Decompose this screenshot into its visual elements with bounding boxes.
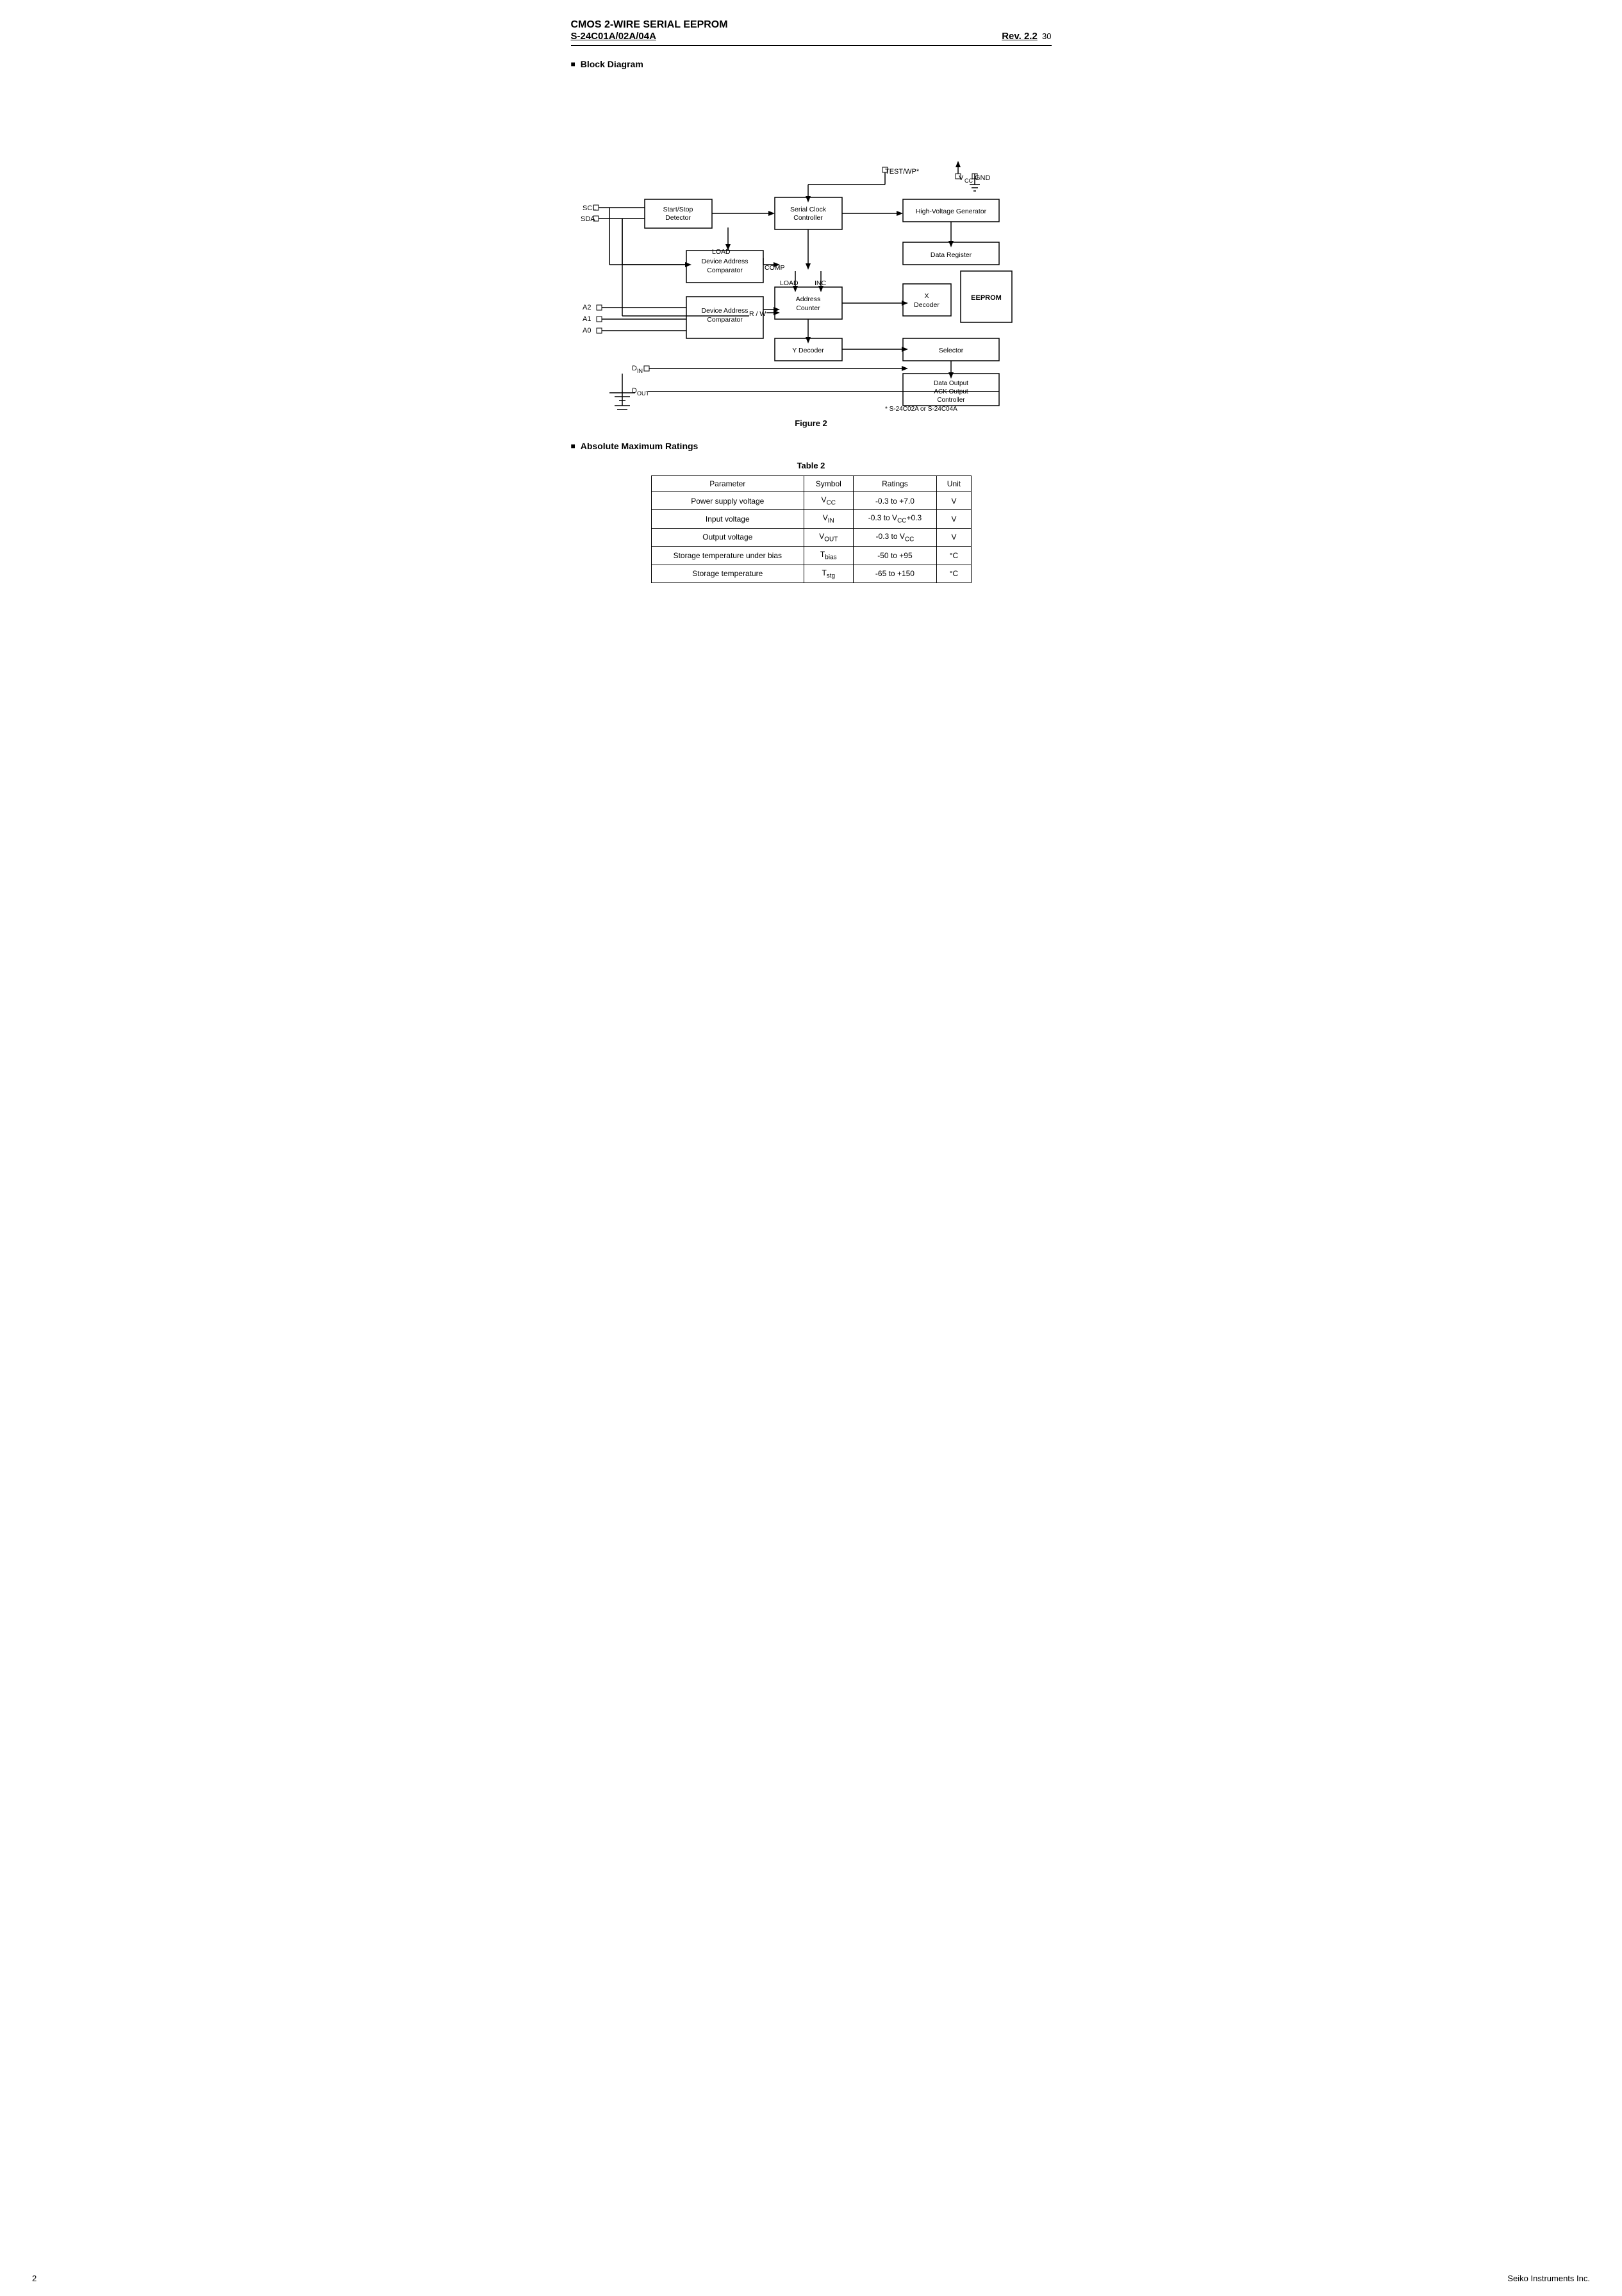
cell-parameter: Storage temperature under bias	[651, 547, 804, 565]
svg-text:EEPROM: EEPROM	[971, 294, 1002, 302]
a1-label: A1	[583, 315, 591, 323]
dout-sub: OUT	[637, 390, 650, 397]
svg-text:Data Register: Data Register	[930, 251, 972, 259]
table-caption: Table 2	[571, 461, 1052, 470]
ratings-table: Parameter Symbol Ratings Unit Power supp…	[651, 475, 972, 583]
company-name: Seiko Instruments Inc.	[1507, 2274, 1590, 2283]
col-header-symbol: Symbol	[804, 476, 853, 492]
page-header: CMOS 2-WIRE SERIAL EEPROM S-24C01A/02A/0…	[571, 19, 1052, 46]
vcc-label: V	[959, 174, 964, 182]
cell-unit: V	[937, 528, 971, 546]
absolute-ratings-heading: Absolute Maximum Ratings	[571, 441, 1052, 451]
din-label: D	[632, 365, 637, 372]
svg-text:Detector: Detector	[665, 214, 691, 222]
svg-text:High-Voltage Generator: High-Voltage Generator	[915, 208, 986, 215]
cell-symbol: Tstg	[804, 565, 853, 582]
cell-unit: V	[937, 492, 971, 510]
svg-text:Address: Address	[795, 295, 820, 303]
svg-text:Controller: Controller	[793, 214, 823, 222]
cell-parameter: Output voltage	[651, 528, 804, 546]
a2-label: A2	[583, 304, 591, 311]
scl-label: SCL	[583, 204, 596, 212]
svg-text:Start/Stop: Start/Stop	[663, 206, 693, 213]
table-row: Storage temperature under biasTbias-50 t…	[651, 547, 971, 565]
table-row: Power supply voltageVCC-0.3 to +7.0V	[651, 492, 971, 510]
document-subtitle-row: S-24C01A/02A/04A Rev. 2.2 30	[571, 31, 1052, 42]
cell-unit: °C	[937, 565, 971, 582]
col-header-unit: Unit	[937, 476, 971, 492]
cell-symbol: VIN	[804, 510, 853, 528]
cell-ratings: -0.3 to VCC	[853, 528, 937, 546]
svg-text:Comparator: Comparator	[707, 267, 743, 274]
page-footer: 2 Seiko Instruments Inc.	[0, 2274, 1622, 2283]
cell-ratings: -65 to +150	[853, 565, 937, 582]
svg-text:Selector: Selector	[938, 347, 963, 354]
cell-ratings: -0.3 to +7.0	[853, 492, 937, 510]
col-header-ratings: Ratings	[853, 476, 937, 492]
cell-ratings: -50 to +95	[853, 547, 937, 565]
block-diagram-svg: SCL SDA Start/Stop Detector Serial Clock…	[571, 79, 1058, 412]
cell-symbol: VOUT	[804, 528, 853, 546]
svg-text:Serial Clock: Serial Clock	[790, 206, 826, 213]
document-subtitle: S-24C01A/02A/04A	[571, 31, 656, 42]
svg-text:Device Address: Device Address	[701, 307, 748, 315]
dout-label: D	[632, 387, 637, 395]
cell-symbol: VCC	[804, 492, 853, 510]
svg-text:Counter: Counter	[796, 304, 820, 312]
table-row: Storage temperatureTstg-65 to +150°C	[651, 565, 971, 582]
svg-text:Data Output: Data Output	[934, 380, 968, 387]
din-sub: IN	[637, 368, 643, 374]
cell-parameter: Input voltage	[651, 510, 804, 528]
svg-text:Controller: Controller	[937, 397, 965, 404]
cell-symbol: Tbias	[804, 547, 853, 565]
block-diagram-heading: Block Diagram	[571, 59, 1052, 69]
footnote: * S-24C02A or S-24C04A	[885, 406, 957, 412]
svg-text:Device Address: Device Address	[701, 258, 748, 265]
a0-label: A0	[583, 327, 591, 334]
svg-text:Decoder: Decoder	[914, 301, 939, 309]
table-row: Input voltageVIN-0.3 to VCC+0.3V	[651, 510, 971, 528]
cell-unit: V	[937, 510, 971, 528]
col-header-parameter: Parameter	[651, 476, 804, 492]
svg-text:X: X	[924, 292, 929, 300]
svg-text:Comparator: Comparator	[707, 316, 743, 324]
rw-label: R / W	[749, 310, 766, 318]
table-row: Output voltageVOUT-0.3 to VCCV	[651, 528, 971, 546]
revision-number: Rev. 2.2 30	[1002, 31, 1051, 42]
vcc-sub: CC	[964, 178, 973, 184]
cell-parameter: Power supply voltage	[651, 492, 804, 510]
cell-parameter: Storage temperature	[651, 565, 804, 582]
document-title: CMOS 2-WIRE SERIAL EEPROM	[571, 19, 1052, 31]
cell-ratings: -0.3 to VCC+0.3	[853, 510, 937, 528]
test-wp-label: TEST/WP*	[885, 168, 920, 176]
figure-caption: Figure 2	[571, 418, 1052, 428]
svg-text:Y Decoder: Y Decoder	[792, 347, 824, 354]
cell-unit: °C	[937, 547, 971, 565]
page-number: 2	[32, 2274, 37, 2283]
